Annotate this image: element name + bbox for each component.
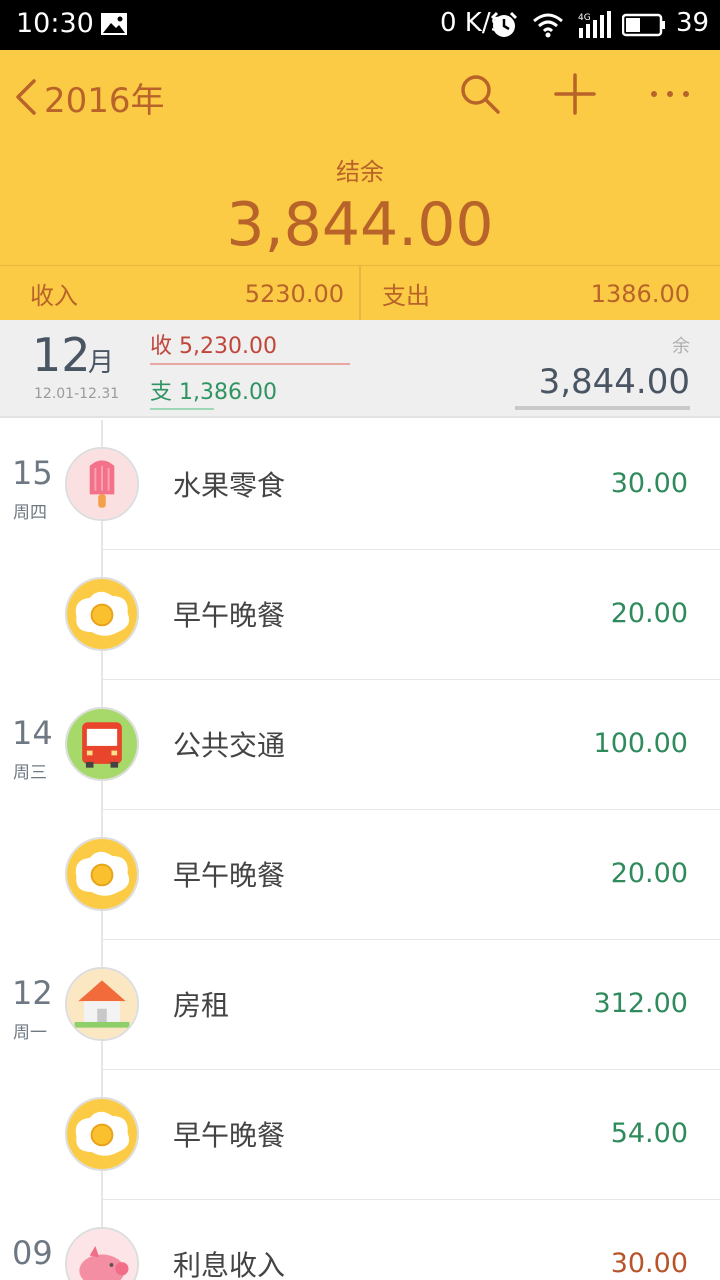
category-label: 水果零食 — [173, 469, 286, 502]
transaction-row[interactable]: 15 周四 水果零食 30.00 — [0, 420, 720, 550]
amount-value: 30.00 — [610, 1248, 688, 1279]
category-label: 公共交通 — [173, 729, 286, 762]
income-expense-summary: 收入 5230.00 支出 1386.00 — [0, 265, 720, 321]
svg-text:4G: 4G — [578, 13, 591, 23]
month-date-range: 12.01-12.31 — [34, 386, 120, 402]
category-label: 早午晚餐 — [173, 599, 286, 632]
fried-egg-icon — [65, 837, 139, 911]
app-header: 2016年 结余 3,844.00 — [0, 50, 720, 265]
month-remainder-value: 3,844.00 — [538, 362, 690, 402]
month-remainder-label: 余 — [672, 336, 690, 357]
summary-divider — [359, 266, 361, 321]
day-number: 15 — [12, 454, 53, 492]
chevron-left-icon — [16, 79, 36, 115]
search-icon[interactable] — [458, 72, 502, 116]
amount-value: 30.00 — [610, 468, 688, 499]
amount-value: 100.00 — [593, 728, 688, 759]
category-label: 早午晚餐 — [173, 1119, 286, 1152]
expense-value: 1386.00 — [590, 279, 690, 308]
income-value: 5230.00 — [244, 279, 344, 308]
popsicle-icon — [65, 447, 139, 521]
transaction-row[interactable]: 早午晚餐 20.00 — [0, 810, 720, 940]
transaction-row[interactable]: 早午晚餐 20.00 — [0, 550, 720, 680]
amount-value: 54.00 — [610, 1118, 688, 1149]
month-header[interactable]: 12 月 12.01-12.31 收 5,230.00 支 1,386.00 余… — [0, 320, 720, 418]
wifi-icon — [533, 13, 563, 38]
month-number: 12 — [32, 328, 91, 382]
month-income: 收 5,230.00 — [150, 334, 277, 359]
status-bar: 10:30 0 K/s 4G 39 — [0, 0, 720, 50]
status-time: 10:30 — [16, 8, 94, 39]
bus-icon — [65, 707, 139, 781]
battery-level: 39 — [676, 8, 710, 38]
amount-value: 20.00 — [610, 858, 688, 889]
image-notification-icon — [101, 13, 127, 35]
piggy-bank-icon — [65, 1227, 139, 1280]
income-label: 收入 — [30, 282, 78, 310]
month-remainder-underline — [515, 406, 690, 410]
month-expense: 支 1,386.00 — [150, 380, 277, 405]
month-unit: 月 — [88, 348, 115, 378]
month-expense-bar — [150, 408, 214, 410]
amount-value: 312.00 — [593, 988, 688, 1019]
battery-icon — [622, 13, 665, 37]
fried-egg-icon — [65, 577, 139, 651]
expense-summary[interactable]: 支出 1386.00 — [382, 266, 690, 321]
transaction-row[interactable]: 14 周三 公共交通 100.00 — [0, 680, 720, 810]
weekday-label: 周三 — [13, 763, 47, 783]
more-icon[interactable] — [648, 72, 692, 116]
year-title: 2016年 — [44, 80, 165, 121]
balance-label: 结余 — [336, 158, 384, 186]
expense-label: 支出 — [382, 282, 430, 310]
fried-egg-icon — [65, 1097, 139, 1171]
weekday-label: 周一 — [13, 1023, 47, 1043]
income-summary[interactable]: 收入 5230.00 — [30, 266, 344, 321]
amount-value: 20.00 — [610, 598, 688, 629]
plus-icon[interactable] — [553, 72, 597, 116]
house-icon — [65, 967, 139, 1041]
day-number: 09 — [12, 1234, 53, 1272]
day-number: 12 — [12, 974, 53, 1012]
day-number: 14 — [12, 714, 53, 752]
category-label: 早午晚餐 — [173, 859, 286, 892]
transaction-row[interactable]: 早午晚餐 54.00 — [0, 1070, 720, 1200]
transaction-row[interactable]: 12 周一 房租 312.00 — [0, 940, 720, 1070]
month-income-bar — [150, 363, 350, 365]
balance-value: 3,844.00 — [226, 190, 494, 260]
back-button[interactable]: 2016年 — [14, 72, 165, 122]
weekday-label: 周四 — [13, 503, 47, 523]
transaction-row[interactable]: 09 利息收入 30.00 — [0, 1200, 720, 1280]
category-label: 利息收入 — [173, 1249, 286, 1280]
category-label: 房租 — [173, 989, 230, 1022]
alarm-icon — [490, 11, 518, 37]
signal-icon: 4G — [578, 11, 611, 38]
